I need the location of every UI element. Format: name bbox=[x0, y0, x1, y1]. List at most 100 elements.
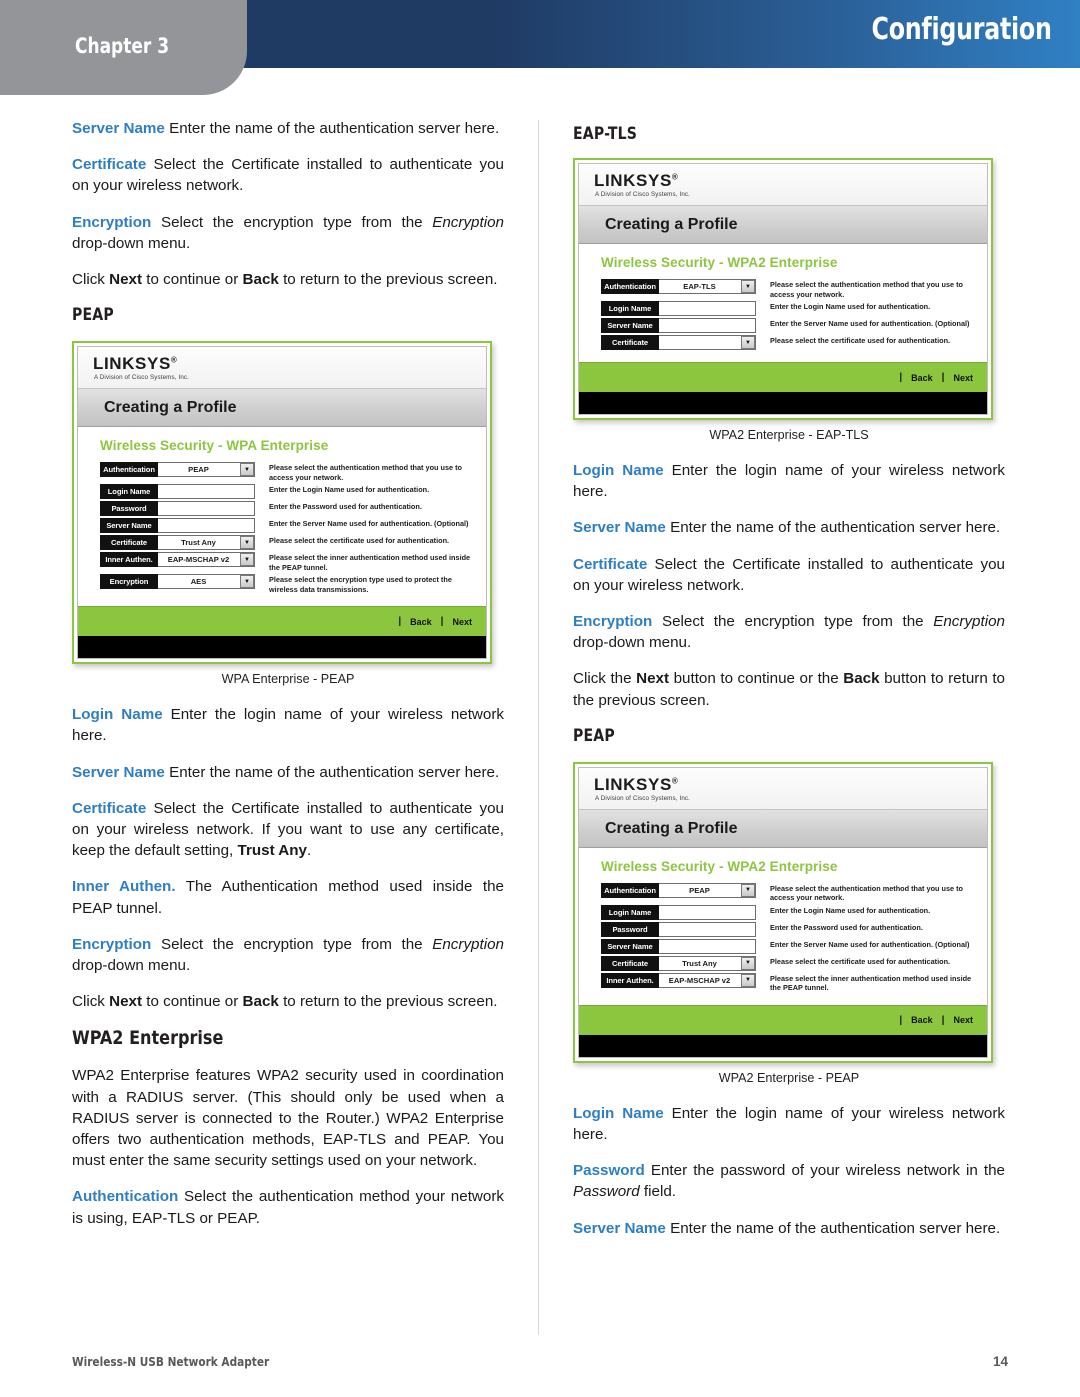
paragraph-click-next-back: Click Next to continue or Back to return… bbox=[72, 269, 504, 290]
dialog-section-heading: Wireless Security - WPA2 Enterprise bbox=[601, 255, 838, 270]
field-input[interactable] bbox=[659, 938, 756, 954]
chevron-down-icon[interactable]: ▼ bbox=[741, 883, 755, 897]
field-dropdown[interactable]: EAP-TLS ▼ bbox=[659, 279, 756, 294]
text-server-name-r2: Enter the name of the authentication ser… bbox=[665, 1219, 1001, 1237]
field-label: Inner Authen. bbox=[100, 552, 158, 568]
field-group: Certificate Trust Any ▼ bbox=[100, 535, 255, 551]
field-input[interactable] bbox=[158, 501, 255, 517]
field-dropdown[interactable]: EAP-MSCHAP v2 ▼ bbox=[158, 552, 255, 568]
text-encryption-2a: Select the encryption type from the bbox=[151, 935, 433, 953]
right-column: EAP-TLS LINKSYS® A Division of Cisco Sys… bbox=[573, 118, 1005, 1239]
form-row: Certificate ▼ Please select the certificat… bbox=[601, 335, 973, 350]
screenshot-wpa2-enterprise-peap: LINKSYS® A Division of Cisco Systems, In… bbox=[573, 761, 993, 1063]
field-dropdown[interactable]: EAP-MSCHAP v2 ▼ bbox=[659, 972, 756, 988]
chapter-label: Chapter 3 bbox=[75, 34, 170, 58]
text-click-a: Click bbox=[72, 271, 110, 289]
field-label: Inner Authen. bbox=[601, 972, 659, 988]
field-input[interactable] bbox=[158, 484, 255, 500]
paragraph-click-next-back-2: Click Next to continue or Back to return… bbox=[72, 991, 504, 1012]
field-dropdown[interactable]: PEAP ▼ bbox=[659, 882, 756, 898]
field-input[interactable] bbox=[659, 318, 756, 333]
chevron-down-icon[interactable]: ▼ bbox=[240, 553, 254, 567]
field-label: Server Name bbox=[100, 518, 158, 534]
form-rows: Authentication PEAP ▼ Please select the aut… bbox=[100, 462, 472, 594]
field-label: Authentication bbox=[100, 462, 158, 478]
chevron-down-icon[interactable]: ▼ bbox=[240, 575, 254, 589]
registered-trademark-icon: ® bbox=[671, 172, 678, 182]
term-certificate-2: Certificate bbox=[72, 799, 147, 817]
field-group: Password bbox=[100, 501, 255, 517]
field-label: Authentication bbox=[601, 882, 659, 898]
italic-encryption-r: Encryption bbox=[933, 613, 1005, 631]
column-divider bbox=[538, 120, 539, 1335]
figure-caption-wpa2-peap: WPA2 Enterprise - PEAP bbox=[718, 1070, 860, 1085]
next-button[interactable]: Next bbox=[452, 617, 472, 627]
term-server-name-r2: Server Name bbox=[573, 1219, 666, 1237]
field-dropdown[interactable]: Trust Any ▼ bbox=[659, 955, 756, 971]
paragraph-encryption-2: Encryption Select the encryption type fr… bbox=[72, 934, 504, 976]
next-button[interactable]: Next bbox=[953, 373, 973, 383]
field-group: Certificate Trust Any ▼ bbox=[601, 955, 756, 971]
field-input[interactable] bbox=[158, 518, 255, 534]
field-input[interactable] bbox=[659, 904, 756, 920]
chevron-down-icon[interactable]: ▼ bbox=[741, 336, 755, 349]
text-click-2c: to return to the previous screen. bbox=[278, 993, 498, 1011]
screenshot-inner: LINKSYS® A Division of Cisco Systems, In… bbox=[578, 163, 988, 415]
field-dropdown[interactable]: ▼ bbox=[659, 335, 756, 350]
field-description: Please select the certificate used for a… bbox=[770, 336, 951, 345]
field-description: Please select the inner authentication m… bbox=[269, 553, 471, 572]
chevron-down-icon[interactable]: ▼ bbox=[240, 463, 254, 477]
form-row: Server Name Enter the Server Name used fo… bbox=[601, 318, 973, 333]
back-button[interactable]: Back bbox=[911, 373, 933, 383]
field-description: Enter the Login Name used for authentica… bbox=[770, 302, 931, 311]
linksys-logo: LINKSYS® bbox=[594, 171, 678, 191]
dialog-footer: | Back | Next bbox=[579, 1004, 987, 1035]
dialog-title: Creating a Profile bbox=[605, 819, 738, 837]
chevron-down-icon[interactable]: ▼ bbox=[240, 536, 254, 550]
dialog-titlebar: Creating a Profile bbox=[579, 206, 987, 244]
page-header: Configuration Chapter 3 bbox=[0, 0, 1080, 100]
paragraph-encryption: Encryption Select the encryption type fr… bbox=[72, 212, 504, 254]
form-row: Inner Authen. EAP-MSCHAP v2 ▼ Please select… bbox=[100, 552, 472, 572]
field-dropdown[interactable]: PEAP ▼ bbox=[158, 462, 255, 478]
field-group: Server Name bbox=[100, 518, 255, 534]
field-input[interactable] bbox=[659, 921, 756, 937]
dialog-footer: | Back | Next bbox=[579, 362, 987, 392]
form-rows: Authentication EAP-TLS ▼ Please select the … bbox=[601, 279, 973, 350]
back-button[interactable]: Back bbox=[410, 617, 432, 627]
heading-peap-right: PEAP bbox=[573, 725, 615, 746]
text-click-rb: button to continue or the bbox=[669, 670, 844, 688]
field-description: Please select the certificate used for a… bbox=[770, 956, 951, 966]
field-input[interactable] bbox=[659, 301, 756, 316]
chevron-down-icon[interactable]: ▼ bbox=[741, 973, 755, 987]
term-login-name-r: Login Name bbox=[573, 462, 664, 479]
text-server-name-2: Enter the name of the authentication ser… bbox=[164, 763, 500, 781]
field-dropdown[interactable]: AES ▼ bbox=[158, 574, 255, 590]
linksys-logo-bar: LINKSYS® A Division of Cisco Systems, In… bbox=[579, 164, 987, 206]
field-dropdown[interactable]: Trust Any ▼ bbox=[158, 535, 255, 551]
field-description: Please select the authentication method … bbox=[770, 280, 964, 299]
footer-product-name: Wireless-N USB Network Adapter bbox=[72, 1354, 270, 1369]
form-row: Certificate Trust Any ▼ Please select the c… bbox=[601, 955, 973, 971]
dialog-body: Wireless Security - WPA Enterprise Authe… bbox=[78, 427, 486, 607]
next-button[interactable]: Next bbox=[953, 1015, 973, 1025]
field-group: Authentication EAP-TLS ▼ bbox=[601, 279, 756, 294]
term-encryption: Encryption bbox=[72, 213, 152, 231]
linksys-tagline: A Division of Cisco Systems, Inc. bbox=[595, 191, 691, 198]
heading-peap-left: PEAP bbox=[72, 305, 114, 326]
separator-1: | bbox=[899, 372, 903, 383]
field-group: Encryption AES ▼ bbox=[100, 574, 255, 590]
dialog-titlebar: Creating a Profile bbox=[78, 389, 486, 428]
back-button[interactable]: Back bbox=[911, 1015, 933, 1025]
footer-page-number: 14 bbox=[992, 1354, 1008, 1369]
paragraph-login-name-r: Login Name Enter the login name of your … bbox=[573, 460, 1005, 502]
chevron-down-icon[interactable]: ▼ bbox=[741, 956, 755, 970]
field-label: Login Name bbox=[601, 904, 659, 920]
field-description: Please select the authentication method … bbox=[269, 463, 463, 482]
screenshot-inner: LINKSYS® A Division of Cisco Systems, In… bbox=[578, 766, 988, 1058]
term-login-name-r2: Login Name bbox=[573, 1104, 664, 1122]
paragraph-click-next-back-r: Click the Next button to continue or the… bbox=[573, 668, 1005, 710]
chevron-down-icon[interactable]: ▼ bbox=[741, 280, 755, 293]
term-inner-authen: Inner Authen. bbox=[72, 878, 176, 896]
form-row: Server Name Enter the Server Name used fo… bbox=[100, 518, 472, 534]
